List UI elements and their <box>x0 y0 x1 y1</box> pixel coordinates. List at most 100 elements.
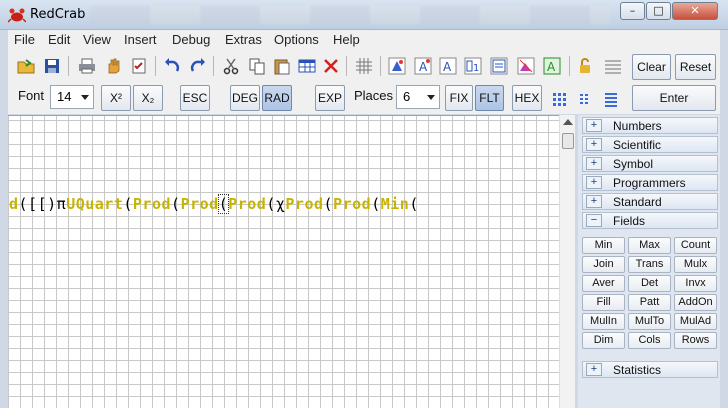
fix-button[interactable]: FIX <box>445 85 473 111</box>
exp-button[interactable]: EXP <box>315 85 345 111</box>
menu-edit[interactable]: Edit <box>48 32 70 47</box>
formula-workspace[interactable]: d([[)πUQuart(Prod(Prod(Prod(χProd(Prod(M… <box>8 115 559 408</box>
section-symbol[interactable]: + Symbol <box>582 155 718 172</box>
field-button-aver[interactable]: Aver <box>582 275 625 292</box>
field-button-min[interactable]: Min <box>582 237 625 254</box>
field-button-patt[interactable]: Patt <box>628 294 671 311</box>
document-icon[interactable] <box>487 53 511 79</box>
checklist-icon[interactable] <box>127 53 151 79</box>
esc-button[interactable]: ESC <box>180 85 210 111</box>
places-select[interactable]: 6 <box>396 85 440 109</box>
field-button-cols[interactable]: Cols <box>628 332 671 349</box>
menu-file[interactable]: File <box>14 32 35 47</box>
scroll-up-icon[interactable] <box>563 119 573 125</box>
menu-insert[interactable]: Insert <box>124 32 157 47</box>
field-button-max[interactable]: Max <box>628 237 671 254</box>
field-button-mulad[interactable]: MulAd <box>674 313 717 330</box>
field-button-join[interactable]: Join <box>582 256 625 273</box>
save-icon[interactable] <box>40 53 64 79</box>
expression-function: Prod <box>228 195 267 213</box>
field-button-dim[interactable]: Dim <box>582 332 625 349</box>
maximize-button[interactable]: □ <box>646 2 671 20</box>
grid-icon[interactable] <box>352 53 376 79</box>
field-button-trans[interactable]: Trans <box>628 256 671 273</box>
menu-bar: File Edit View Insert Debug Extras Optio… <box>8 30 720 50</box>
expand-icon: + <box>586 176 602 189</box>
field-button-fill[interactable]: Fill <box>582 294 625 311</box>
clear-button[interactable]: Clear <box>632 54 671 80</box>
field-button-det[interactable]: Det <box>628 275 671 292</box>
superscript-button[interactable]: X² <box>101 85 131 111</box>
toolbar-separator <box>68 56 69 76</box>
expression-line[interactable]: d([[)πUQuart(Prod(Prod(Prod(χProd(Prod(M… <box>9 194 419 214</box>
chevron-down-icon <box>81 95 89 100</box>
expression-symbol: π <box>56 195 67 213</box>
enter-button[interactable]: Enter <box>632 85 716 111</box>
expression-function: Prod <box>285 195 324 213</box>
field-button-count[interactable]: Count <box>674 237 717 254</box>
menu-help[interactable]: Help <box>333 32 360 47</box>
section-statistics[interactable]: + Statistics <box>582 361 718 378</box>
toolbar-separator <box>569 56 570 76</box>
minimize-button[interactable]: – <box>620 2 645 20</box>
section-numbers[interactable]: + Numbers <box>582 117 718 134</box>
reset-button[interactable]: Reset <box>675 54 716 80</box>
expand-icon: + <box>586 363 602 376</box>
hand-icon[interactable] <box>101 53 125 79</box>
menu-options[interactable]: Options <box>274 32 319 47</box>
field-button-mulin[interactable]: MulIn <box>582 313 625 330</box>
section-standard[interactable]: + Standard <box>582 193 718 210</box>
section-programmers[interactable]: + Programmers <box>582 174 718 191</box>
section-scientific[interactable]: + Scientific <box>582 136 718 153</box>
svg-text:1: 1 <box>473 63 479 74</box>
text-label-icon[interactable]: A <box>436 53 460 79</box>
expand-icon: + <box>586 157 602 170</box>
delete-icon[interactable] <box>319 53 343 79</box>
title-bar-background <box>90 6 610 24</box>
flt-button[interactable]: FLT <box>475 85 504 111</box>
toolbar-separator <box>213 56 214 76</box>
shape-a-icon[interactable]: A <box>540 53 564 79</box>
field-button-rows[interactable]: Rows <box>674 332 717 349</box>
menu-debug[interactable]: Debug <box>172 32 210 47</box>
menu-view[interactable]: View <box>83 32 111 47</box>
text-a-icon[interactable]: A <box>411 53 435 79</box>
rad-button[interactable]: RAD <box>262 85 292 111</box>
font-size-select[interactable]: 14 <box>50 85 94 109</box>
scroll-thumb[interactable] <box>562 133 574 149</box>
image-icon[interactable] <box>514 53 538 79</box>
copy-icon[interactable] <box>245 53 269 79</box>
expression-symbol: ( <box>171 195 181 213</box>
expression-function: Prod <box>180 195 219 213</box>
list-icon[interactable] <box>599 86 623 112</box>
undo-icon[interactable] <box>160 53 184 79</box>
lines-icon[interactable] <box>601 53 625 79</box>
expression-symbol: ( <box>371 195 381 213</box>
table-icon[interactable] <box>295 53 319 79</box>
section-fields[interactable]: − Fields <box>582 212 718 229</box>
field-button-mulx[interactable]: Mulx <box>674 256 717 273</box>
redo-icon[interactable] <box>186 53 210 79</box>
chart-triangle-icon[interactable] <box>385 53 409 79</box>
expression-function: Prod <box>333 195 372 213</box>
dots-grid-icon[interactable] <box>548 86 572 112</box>
lock-icon[interactable] <box>573 53 597 79</box>
open-folder-icon[interactable] <box>14 53 38 79</box>
cut-icon[interactable] <box>219 53 243 79</box>
close-button[interactable]: ✕ <box>672 2 718 20</box>
expression-symbol: ( <box>409 195 419 213</box>
menu-extras[interactable]: Extras <box>225 32 262 47</box>
subscript-button[interactable]: X₂ <box>133 85 163 111</box>
print-icon[interactable] <box>75 53 99 79</box>
title-bar: RedCrab – □ ✕ <box>0 0 728 30</box>
vertical-scrollbar[interactable] <box>559 115 575 408</box>
collapse-icon: − <box>586 214 602 227</box>
frame-icon[interactable]: 1 <box>461 53 485 79</box>
field-button-addon[interactable]: AddOn <box>674 294 717 311</box>
field-button-invx[interactable]: Invx <box>674 275 717 292</box>
deg-button[interactable]: DEG <box>230 85 260 111</box>
field-button-multo[interactable]: MulTo <box>628 313 671 330</box>
hex-button[interactable]: HEX <box>512 85 542 111</box>
paste-icon[interactable] <box>270 53 294 79</box>
small-grid-icon[interactable] <box>574 86 598 112</box>
